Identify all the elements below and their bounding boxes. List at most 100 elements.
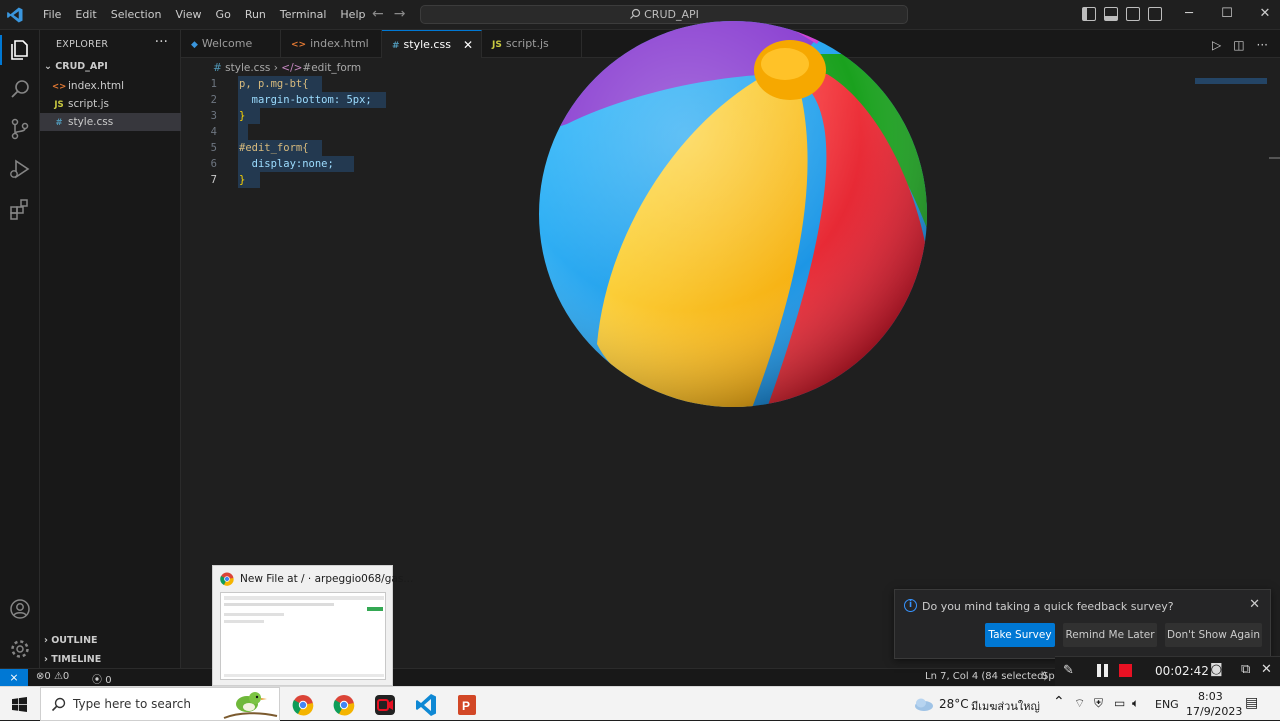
folder-label: CRUD_API [55, 61, 108, 72]
pause-icon[interactable] [1097, 664, 1101, 677]
line-number: 2 [210, 94, 217, 106]
extensions-icon[interactable] [8, 197, 32, 221]
notifications-icon[interactable]: ▤ [1245, 695, 1258, 711]
vscode-taskbar-icon[interactable] [408, 691, 444, 719]
explorer-icon[interactable] [8, 38, 32, 62]
code-text: } [239, 174, 246, 186]
cursor-position[interactable]: Ln 7, Col 4 (84 selected) [925, 671, 1047, 682]
close-notification-icon[interactable]: ✕ [1249, 597, 1260, 612]
timeline-section[interactable]: › TIMELINE [44, 654, 101, 665]
symbol-icon: </> [281, 62, 303, 74]
manage-gear-icon[interactable] [8, 637, 32, 661]
input-language[interactable]: ENG [1155, 698, 1179, 711]
recording-timer: 00:02:42 [1155, 664, 1209, 678]
toggle-secondary-sidebar-icon[interactable] [1126, 7, 1140, 21]
problems-status[interactable]: ⊗0 ⚠0 [36, 671, 69, 682]
pen-icon[interactable]: ✎ [1063, 663, 1074, 678]
ports-status[interactable]: ⦿ 0 [92, 671, 112, 686]
more-actions-icon[interactable]: ··· [155, 34, 168, 50]
menu-terminal[interactable]: Terminal [273, 8, 334, 22]
close-window-icon[interactable]: ✕ [1246, 6, 1280, 21]
stop-icon[interactable] [1119, 664, 1132, 677]
chevron-up-icon[interactable]: ⌃ [1053, 694, 1065, 710]
toggle-panel-icon[interactable] [1104, 7, 1118, 21]
powerpoint-taskbar-icon[interactable]: P [449, 691, 485, 719]
clock-date[interactable]: 17/9/2023 [1186, 705, 1242, 718]
weather-description[interactable]: มีเมฆส่วนใหญ่ [971, 697, 1040, 715]
file-label: style.css [68, 116, 114, 128]
customize-layout-icon[interactable] [1148, 7, 1162, 21]
screen-recorder-taskbar-icon[interactable] [367, 691, 403, 719]
menu-selection[interactable]: Selection [104, 8, 169, 22]
windows-start-icon[interactable] [12, 697, 27, 712]
menu-edit[interactable]: Edit [68, 8, 103, 22]
tab-label: index.html [310, 37, 369, 50]
battery-icon[interactable]: ▭ [1114, 696, 1125, 710]
run-debug-icon[interactable] [8, 157, 32, 181]
indentation-status[interactable]: Sp [1042, 671, 1055, 682]
window-controls: ─ ☐ ✕ [1170, 6, 1280, 21]
line-number: 4 [210, 126, 217, 138]
taskbar-search-box[interactable]: Type here to search [40, 687, 280, 721]
remind-later-button[interactable]: Remind Me Later [1063, 623, 1157, 647]
clock-time[interactable]: 8:03 [1198, 690, 1223, 703]
split-editor-icon[interactable]: ◫ [1233, 38, 1244, 52]
preview-thumbnail [220, 592, 386, 680]
file-item-index-html[interactable]: <> index.html [40, 77, 181, 95]
minimize-icon[interactable]: ─ [1170, 6, 1208, 21]
menu-go[interactable]: Go [209, 8, 238, 22]
chrome-taskbar-icon[interactable] [285, 691, 321, 719]
edit-icon[interactable]: ⧉ [1241, 662, 1250, 677]
editor-actions: ▷ ◫ ··· [1212, 38, 1268, 52]
tab-label: Welcome [201, 37, 253, 50]
weather-cloud-icon[interactable] [912, 696, 934, 712]
source-control-icon[interactable] [8, 117, 32, 141]
menu-file[interactable]: File [36, 8, 68, 22]
code-text: p, p.mg-bt{ [239, 78, 309, 90]
tab-style-css[interactable]: # style.css ✕ [382, 30, 482, 58]
error-count: 0 [44, 671, 51, 682]
run-icon[interactable]: ▷ [1212, 38, 1221, 52]
tab-welcome[interactable]: ◆ Welcome [181, 30, 281, 58]
dont-show-again-button[interactable]: Don't Show Again [1165, 623, 1262, 647]
maximize-icon[interactable]: ☐ [1208, 6, 1246, 21]
file-item-style-css[interactable]: # style.css [40, 113, 181, 131]
close-recorder-icon[interactable]: ✕ [1261, 662, 1272, 677]
html-file-icon: <> [291, 40, 307, 50]
pause-icon [1104, 664, 1108, 677]
file-item-script-js[interactable]: JS script.js [40, 95, 181, 113]
remote-indicator-icon[interactable]: ⨯ [0, 669, 28, 687]
more-actions-icon[interactable]: ··· [1257, 38, 1268, 52]
security-icon[interactable]: ⛨ [1094, 696, 1103, 711]
take-survey-button[interactable]: Take Survey [985, 623, 1055, 647]
menu-view[interactable]: View [168, 8, 208, 22]
taskbar-window-preview[interactable]: New File at / · arpeggio068/gas... [212, 565, 413, 686]
tab-index-html[interactable]: <> index.html [281, 30, 382, 58]
timeline-label: TIMELINE [51, 654, 102, 665]
breadcrumb-file[interactable]: style.css [225, 62, 270, 74]
bird-search-highlight-icon [223, 692, 278, 719]
html-file-icon: <> [52, 82, 67, 92]
breadcrumb: # style.css › </>#edit_form [213, 62, 361, 74]
workspace-folder[interactable]: ⌄ CRUD_API [44, 61, 108, 72]
css-file-icon: # [55, 118, 63, 128]
search-icon[interactable] [8, 77, 32, 101]
weather-temperature[interactable]: 28°C [939, 697, 969, 711]
camera-icon[interactable]: ◙ [1210, 662, 1223, 677]
js-file-icon: JS [54, 100, 64, 110]
menu-help[interactable]: Help [333, 8, 372, 22]
close-tab-icon[interactable]: ✕ [463, 31, 473, 59]
menu-run[interactable]: Run [238, 8, 273, 22]
tab-label: style.css [403, 38, 451, 51]
account-icon[interactable] [8, 597, 32, 621]
volume-icon[interactable]: 🔈︎ [1132, 696, 1139, 711]
chrome-profile-taskbar-icon[interactable] [326, 691, 362, 719]
minimap-selection[interactable] [1195, 78, 1267, 84]
outline-section[interactable]: › OUTLINE [44, 635, 98, 646]
back-arrow-icon[interactable]: ← [372, 6, 384, 22]
forward-arrow-icon[interactable]: → [394, 6, 406, 22]
navigation-arrows: ← → [372, 6, 405, 22]
network-icon[interactable]: ⌔ [1074, 696, 1085, 711]
breadcrumb-symbol[interactable]: #edit_form [302, 62, 361, 74]
toggle-sidebar-icon[interactable] [1082, 7, 1096, 21]
